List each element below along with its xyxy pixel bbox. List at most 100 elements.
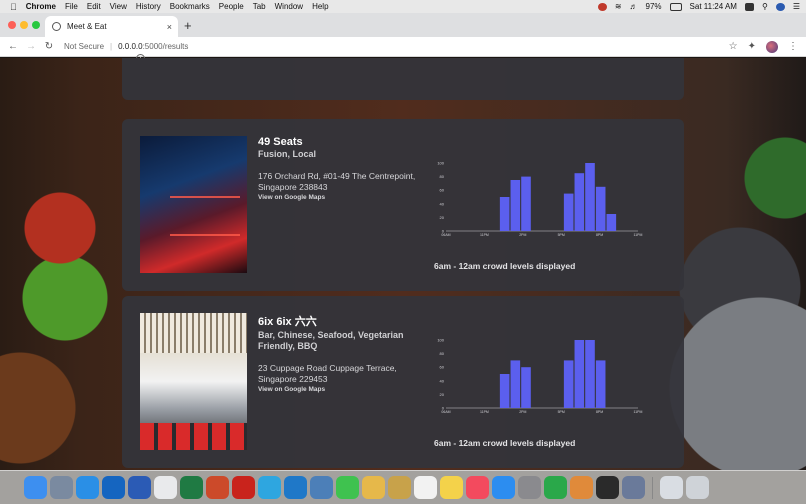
more-menu-icon[interactable]: ⋮ xyxy=(788,41,798,52)
menu-file[interactable]: File xyxy=(65,2,78,11)
url-host: 0.0.0.0 xyxy=(118,42,143,51)
window-minimize-button[interactable] xyxy=(20,21,28,29)
crowd-bar xyxy=(585,340,595,408)
google-maps-link[interactable]: View on Google Maps xyxy=(258,194,418,201)
input-source-icon[interactable] xyxy=(744,2,754,11)
bookmark-star-icon[interactable]: ☆ xyxy=(729,41,738,52)
trash-icon[interactable] xyxy=(686,476,709,499)
security-label: Not Secure xyxy=(64,42,105,51)
preview-icon[interactable] xyxy=(310,476,333,499)
menu-tab[interactable]: Tab xyxy=(253,2,266,11)
menu-edit[interactable]: Edit xyxy=(87,2,101,11)
back-icon[interactable]: ← xyxy=(4,41,22,52)
x-tick-label: 5PM xyxy=(558,410,565,414)
notes-app-icon[interactable] xyxy=(388,476,411,499)
word-icon[interactable] xyxy=(128,476,151,499)
x-tick-label: 11PM xyxy=(634,410,643,414)
downloads-icon[interactable] xyxy=(660,476,683,499)
app-store-icon[interactable] xyxy=(492,476,515,499)
battery-icon[interactable] xyxy=(669,2,682,11)
y-tick-label: 80 xyxy=(440,351,445,356)
y-tick-label: 40 xyxy=(440,201,445,206)
telegram-icon[interactable] xyxy=(258,476,281,499)
quicktime-icon[interactable] xyxy=(622,476,645,499)
menu-people[interactable]: People xyxy=(219,2,244,11)
globe-icon xyxy=(52,22,61,31)
restaurant-photo xyxy=(140,136,247,273)
x-tick-label: 06AM xyxy=(441,233,450,237)
siri-icon[interactable] xyxy=(775,2,785,11)
finder-icon[interactable] xyxy=(24,476,47,499)
outlook-icon[interactable] xyxy=(102,476,125,499)
powerpoint-icon[interactable] xyxy=(206,476,229,499)
browser-toolbar: ← → ↻ i Not Secure | 0.0.0.0 :5000/resul… xyxy=(0,37,806,63)
url-path: :5000/results xyxy=(142,42,189,51)
y-tick-label: 40 xyxy=(440,378,445,383)
battery-percent[interactable]: 97% xyxy=(646,2,662,11)
restaurant-cuisine: Bar, Chinese, Seafood, Vegetarian Friend… xyxy=(258,330,404,351)
tab-close-icon[interactable]: × xyxy=(167,22,172,32)
extensions-icon[interactable]: ✦ xyxy=(748,41,756,52)
status-app-icon[interactable] xyxy=(597,2,607,11)
restaurant-address: 23 Cuppage Road Cuppage Terrace, Singapo… xyxy=(258,363,397,384)
menu-history[interactable]: History xyxy=(136,2,161,11)
vscode-icon[interactable] xyxy=(284,476,307,499)
crowd-bar xyxy=(595,360,606,408)
menu-bookmarks[interactable]: Bookmarks xyxy=(170,2,210,11)
menu-help[interactable]: Help xyxy=(312,2,328,11)
crowd-bar xyxy=(595,186,606,231)
menu-window[interactable]: Window xyxy=(275,2,303,11)
window-zoom-button[interactable] xyxy=(32,21,40,29)
photo-detail xyxy=(140,423,247,450)
kotlin-icon[interactable] xyxy=(570,476,593,499)
y-tick-label: 60 xyxy=(440,365,445,370)
crowd-bar xyxy=(574,173,585,231)
notes-icon[interactable] xyxy=(440,476,463,499)
excel-icon[interactable] xyxy=(180,476,203,499)
new-tab-button[interactable]: + xyxy=(184,18,192,33)
menubar-status-area: ≋ ♬ 97% Sat 11:24 AM ⚲ ☰ xyxy=(597,0,800,13)
terminal-icon[interactable] xyxy=(596,476,619,499)
wifi-icon[interactable]: ≋ xyxy=(615,2,622,11)
tab-meet-and-eat[interactable]: Meet & Eat × xyxy=(45,16,178,37)
acrobat-icon[interactable] xyxy=(232,476,255,499)
x-tick-label: 8PM xyxy=(596,233,603,237)
crowd-bar xyxy=(499,197,510,231)
crowd-bar xyxy=(510,180,521,231)
spotlight-icon[interactable]: ⚲ xyxy=(762,2,768,11)
address-separator: | xyxy=(110,42,113,51)
reload-icon[interactable]: ↻ xyxy=(40,41,58,52)
system-preferences-icon[interactable] xyxy=(518,476,541,499)
crowd-bar xyxy=(574,340,585,408)
volume-icon[interactable]: ♬ xyxy=(630,2,638,11)
crowd-level-chart: 02040608010006AM 11PM 2PM 5PM 8PM 11PM xyxy=(437,338,643,415)
photos-icon[interactable] xyxy=(362,476,385,499)
profile-avatar[interactable] xyxy=(766,40,778,53)
y-tick-label: 100 xyxy=(437,338,444,343)
safari-icon[interactable] xyxy=(76,476,99,499)
x-tick-label: 11PM xyxy=(480,410,489,414)
window-close-button[interactable] xyxy=(8,21,16,29)
restaurant-cuisine: Fusion, Local xyxy=(258,149,317,159)
google-maps-link[interactable]: View on Google Maps xyxy=(258,386,418,393)
crowd-level-chart: 02040608010006AM 11PM 2PM 5PM 8PM 11PM xyxy=(437,161,642,238)
numbers-icon[interactable] xyxy=(544,476,567,499)
photo-detail xyxy=(170,196,240,236)
crowd-caption: 6am - 12am crowd levels displayed xyxy=(434,438,576,448)
crowd-caption: 6am - 12am crowd levels displayed xyxy=(434,261,576,271)
music-icon[interactable] xyxy=(466,476,489,499)
forward-icon[interactable]: → xyxy=(22,41,40,52)
launchpad-icon[interactable] xyxy=(50,476,73,499)
calendar-icon[interactable] xyxy=(414,476,437,499)
menu-app-name[interactable]: Chrome xyxy=(26,2,56,11)
messages-icon[interactable] xyxy=(336,476,359,499)
x-tick-label: 5PM xyxy=(558,233,565,237)
menu-view[interactable]: View xyxy=(110,2,127,11)
clock[interactable]: Sat 11:24 AM xyxy=(690,2,737,11)
crowd-bar xyxy=(510,360,521,408)
apple-menu-icon[interactable]:  xyxy=(10,2,17,12)
address-bar[interactable]: i Not Secure | 0.0.0.0 :5000/results xyxy=(64,42,189,63)
control-center-icon[interactable]: ☰ xyxy=(793,2,800,11)
dock-separator xyxy=(652,476,653,499)
chrome-icon[interactable] xyxy=(154,476,177,499)
